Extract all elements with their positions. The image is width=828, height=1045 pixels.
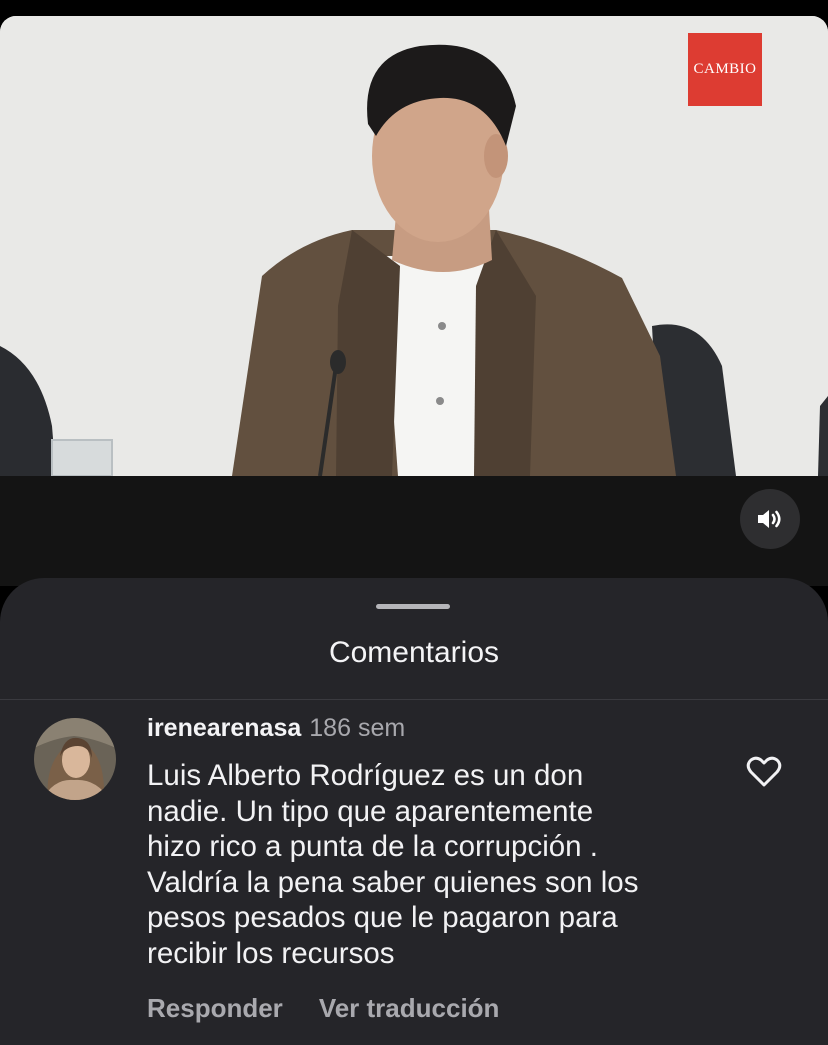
comment-timestamp: 186 sem bbox=[309, 714, 406, 742]
drag-handle[interactable] bbox=[376, 604, 450, 609]
comment-header: irenearenasa 186 sem bbox=[147, 714, 405, 743]
comment-actions: Responder Ver traducción bbox=[147, 993, 499, 1024]
avatar[interactable] bbox=[34, 718, 116, 800]
like-button[interactable] bbox=[744, 752, 784, 792]
heart-outline-icon bbox=[746, 756, 782, 787]
comment-item: irenearenasa 186 sem Luis Alberto Rodrígu… bbox=[0, 708, 828, 1045]
video-controls-area bbox=[0, 476, 828, 586]
reply-button[interactable]: Responder bbox=[147, 993, 283, 1023]
see-translation-button[interactable]: Ver traducción bbox=[319, 993, 500, 1023]
divider bbox=[0, 699, 828, 700]
comments-sheet: Comentarios irenearenasa 186 sem Luis Alb… bbox=[0, 578, 828, 1045]
brand-logo: CAMBIO bbox=[688, 33, 762, 106]
sheet-title: Comentarios bbox=[328, 636, 500, 669]
speaker-volume-icon bbox=[758, 510, 781, 528]
video-player[interactable]: CAMBIO bbox=[0, 16, 828, 476]
comment-text: Luis Alberto Rodríguez es un don nadie. … bbox=[147, 759, 639, 970]
comment-username[interactable]: irenearenasa bbox=[147, 714, 301, 742]
top-strip bbox=[0, 0, 828, 16]
audio-toggle-button[interactable] bbox=[740, 489, 800, 549]
